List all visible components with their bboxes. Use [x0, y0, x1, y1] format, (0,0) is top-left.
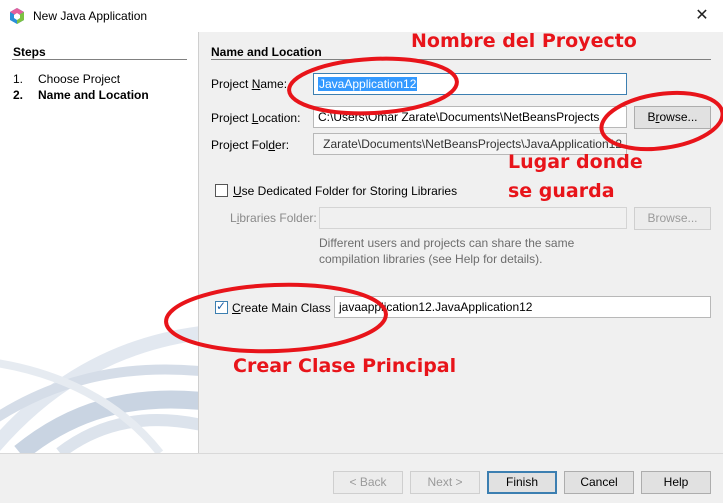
libraries-folder-label: Libraries Folder:: [230, 211, 317, 225]
close-icon: ✕: [695, 7, 709, 24]
button-text: B: [647, 110, 656, 124]
label-text: ocation:: [258, 111, 301, 125]
main-panel: Name and Location Project Name: JavaAppl…: [200, 32, 723, 453]
step-choose-project: 1. Choose Project: [13, 72, 120, 86]
label-text: reate Main Class: [240, 301, 331, 315]
step-number: 2.: [13, 88, 24, 102]
label-text: Project: [211, 111, 252, 125]
main-class-input[interactable]: javaapplication12.JavaApplication12: [334, 296, 711, 318]
step-label: Name and Location: [38, 88, 149, 102]
cancel-button[interactable]: Cancel: [564, 471, 634, 494]
label-text: Project Fol: [211, 138, 269, 152]
step-label: Choose Project: [38, 72, 121, 86]
annotation-location-line2: se guarda: [508, 180, 615, 202]
check-icon: ✓: [216, 299, 227, 313]
project-location-label: Project Location:: [211, 111, 300, 125]
button-text: Finish: [505, 475, 538, 489]
annotation-project-name: Nombre del Proyecto: [411, 30, 637, 52]
decorative-swoosh-graphic: [0, 326, 198, 453]
label-text: Project: [211, 77, 252, 91]
button-text: Help: [663, 475, 689, 489]
annotation-main-class: Crear Clase Principal: [233, 355, 457, 377]
close-button[interactable]: ✕: [691, 5, 713, 27]
project-name-input[interactable]: JavaApplication12: [313, 73, 627, 95]
step-name-and-location: 2. Name and Location: [13, 88, 149, 102]
hint-line: compilation libraries (see Help for deta…: [319, 252, 543, 266]
label-text: braries Folder:: [239, 211, 317, 225]
project-folder-label: Project Folder:: [211, 138, 289, 152]
next-button: Next >: [410, 471, 480, 494]
finish-button[interactable]: Finish: [487, 471, 557, 494]
help-button[interactable]: Help: [641, 471, 711, 494]
steps-divider: [12, 59, 187, 60]
project-name-value: JavaApplication12: [318, 77, 418, 91]
dedicated-folder-label[interactable]: Use Dedicated Folder for Storing Librari…: [233, 184, 457, 198]
button-bar: < Back Next > Finish Cancel Help: [0, 453, 723, 503]
section-title: Name and Location: [211, 45, 322, 59]
libraries-browse-button: Browse...: [634, 207, 711, 230]
button-text: Cancel: [580, 475, 618, 489]
label-mnemonic: C: [232, 301, 241, 315]
annotation-location-line1: Lugar donde: [508, 151, 643, 173]
project-name-label: Project Name:: [211, 77, 287, 91]
step-number: 1.: [13, 72, 24, 86]
project-location-value: C:\Users\Omar Zarate\Documents\NetBeansP…: [318, 110, 600, 124]
netbeans-app-icon: [10, 8, 24, 24]
window-title: New Java Application: [33, 9, 148, 23]
libraries-hint: Different users and projects can share t…: [319, 235, 609, 267]
label-mnemonic: U: [233, 184, 242, 198]
steps-header: Steps: [13, 45, 46, 59]
hint-line: Different users and projects can share t…: [319, 236, 575, 250]
create-main-class-label[interactable]: Create Main Class: [232, 301, 331, 315]
label-text: ame:: [260, 77, 288, 91]
libraries-folder-input: [319, 207, 627, 229]
main-class-value: javaapplication12.JavaApplication12: [339, 300, 533, 314]
create-main-class-checkbox[interactable]: ✓: [215, 299, 228, 314]
section-divider: [211, 59, 711, 60]
label-text: se Dedicated Folder for Storing Librarie…: [241, 184, 458, 198]
back-button: < Back: [333, 471, 403, 494]
button-text: owse...: [659, 110, 698, 124]
project-folder-value: Zarate\Documents\NetBeansProjects\JavaAp…: [323, 137, 622, 151]
steps-panel: Steps 1. Choose Project 2. Name and Locati…: [0, 32, 199, 453]
label-text: er:: [275, 138, 290, 152]
button-text: Next >: [427, 475, 463, 489]
label-text: L: [230, 211, 237, 225]
project-location-input[interactable]: C:\Users\Omar Zarate\Documents\NetBeansP…: [313, 106, 627, 128]
dedicated-folder-checkbox[interactable]: [215, 184, 228, 197]
browse-button[interactable]: Browse...: [634, 106, 711, 129]
title-bar: New Java Application ✕: [0, 0, 723, 32]
button-text: < Back: [349, 475, 387, 489]
